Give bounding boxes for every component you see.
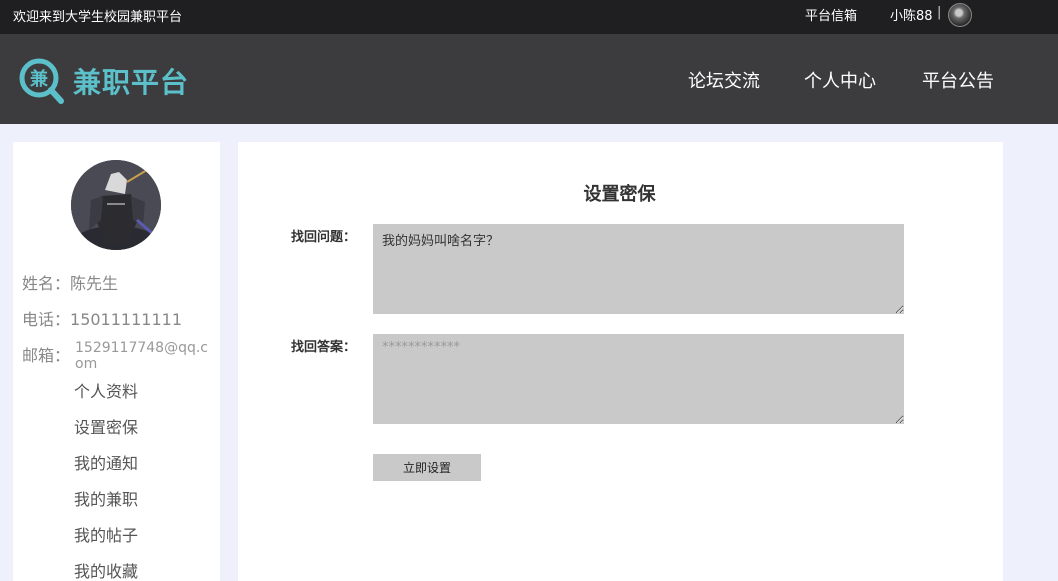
nav-forum[interactable]: 论坛交流 — [688, 67, 760, 93]
username-link[interactable]: 小陈88 — [890, 5, 933, 24]
menu-notifications[interactable]: 我的通知 — [74, 450, 138, 474]
main-panel: 设置密保 找回问题： 我的妈妈叫啥名字？ 找回答案： 立即设置 — [238, 142, 1003, 581]
menu-security-question[interactable]: 设置密保 — [74, 414, 138, 438]
separator: | — [937, 5, 942, 20]
user-avatar-small[interactable] — [948, 3, 972, 27]
top-bar: 欢迎来到大学生校园兼职平台 平台信箱 小陈88 | — [0, 0, 1058, 34]
phone-row: 电话：15011111111 — [22, 306, 182, 330]
menu-my-posts[interactable]: 我的帖子 — [74, 522, 138, 546]
nav-personal-center[interactable]: 个人中心 — [804, 67, 876, 93]
menu-my-jobs[interactable]: 我的兼职 — [74, 486, 138, 510]
answer-label: 找回答案： — [291, 340, 357, 355]
submit-button[interactable]: 立即设置 — [373, 454, 481, 481]
phone-label: 电话： — [22, 310, 71, 329]
question-input[interactable]: 我的妈妈叫啥名字？ — [373, 224, 904, 314]
nav-announcements[interactable]: 平台公告 — [922, 67, 994, 93]
profile-sidebar: 姓名：陈先生 电话：15011111111 邮箱： 1529117748@qq.… — [13, 142, 220, 581]
logo-badge-text: 兼 — [30, 68, 49, 90]
name-label: 姓名： — [22, 274, 71, 293]
page-title: 设置密保 — [583, 184, 656, 205]
logo-text[interactable]: 兼职平台 — [73, 61, 189, 101]
answer-input[interactable] — [373, 334, 904, 424]
menu-profile[interactable]: 个人资料 — [74, 378, 138, 402]
profile-avatar — [71, 160, 161, 250]
name-value: 陈先生 — [70, 274, 119, 293]
question-label: 找回问题： — [291, 230, 357, 245]
welcome-text: 欢迎来到大学生校园兼职平台 — [13, 10, 183, 25]
phone-value: 15011111111 — [70, 310, 182, 329]
mailbox-link[interactable]: 平台信箱 — [805, 5, 857, 24]
menu-favorites[interactable]: 我的收藏 — [74, 558, 138, 581]
email-label: 邮箱： — [22, 346, 71, 365]
email-value: 1529117748@qq.com — [75, 340, 208, 372]
site-header: 兼 兼职平台 论坛交流 个人中心 平台公告 — [0, 34, 1058, 124]
name-row: 姓名：陈先生 — [22, 270, 118, 294]
